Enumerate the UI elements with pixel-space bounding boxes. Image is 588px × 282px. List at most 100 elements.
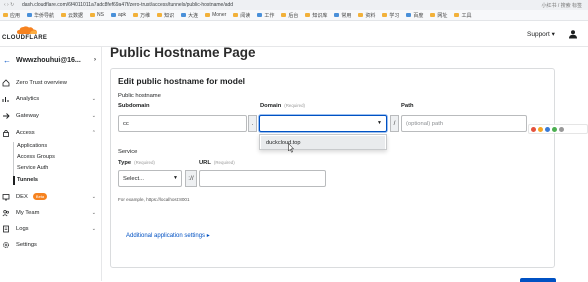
top-header: CLOUDFLARE Support ▾ [0,21,588,47]
mouse-cursor-icon [288,143,294,153]
folder-icon [454,13,460,17]
extension-icon[interactable] [531,126,536,132]
chevron-down-icon: ⌄ [91,193,96,200]
logs-icon [2,225,10,233]
folder-icon [3,13,8,17]
save-button[interactable] [520,278,556,282]
folder-icon [430,13,436,17]
logo-text: CLOUDFLARE [2,35,48,41]
team-icon [2,209,10,217]
browser-url[interactable]: dash.cloudflare.com/6f4011011a7adc8fef69… [22,2,438,8]
domain-label: Domain (Required) [260,103,306,109]
bookmark-item[interactable]: 云数据 [61,12,83,19]
dot-separator: . [248,115,257,132]
path-input[interactable]: (optional) path [401,115,527,132]
chevron-down-icon: ⌄ [91,112,96,119]
browser-right-text: 小红书 / 搜索 标签 [541,2,582,9]
folder-icon [61,13,67,17]
gear-icon [2,241,10,249]
folder-icon [157,13,163,17]
bookmark-item[interactable]: 学习 [382,12,399,19]
bookmark-item[interactable]: 常用 [334,12,351,19]
folder-icon [233,13,239,17]
chevron-down-icon: ⌄ [91,209,96,216]
chevron-down-icon[interactable]: ▼ [173,175,178,181]
sidebar-item-dex[interactable]: DEX Beta ⌄ [2,191,100,202]
bookmark-item[interactable]: NS [90,12,104,18]
account-name: Wwwzhouhui@16... [16,56,81,64]
active-indicator [13,176,15,185]
sidebar-item-gateway[interactable]: Gateway ⌄ [2,110,100,121]
folder-icon [358,13,364,17]
bookmark-item[interactable]: 资料 [358,12,375,19]
folder-icon [382,13,388,17]
bookmark-item[interactable]: 工具 [454,12,471,19]
slash-separator: / [390,115,399,132]
chart-icon [2,95,10,103]
type-label: Type (Required) [118,160,155,166]
extension-icon[interactable] [545,126,550,132]
domain-option[interactable]: duckcloud.top [261,136,385,149]
chevron-down-icon: ⌄ [91,225,96,232]
browser-nav-icons[interactable]: ‹ › ↻ [4,2,22,8]
cloudflare-logo[interactable]: CLOUDFLARE [2,25,50,43]
page-title: Public Hostname Page [110,45,256,60]
domain-dropdown: duckcloud.top [259,134,387,150]
scheme-separator: :// [185,170,197,187]
extension-icon[interactable] [559,126,564,132]
sidebar-item-settings[interactable]: Settings [2,239,100,250]
subdomain-input[interactable]: cc [118,115,247,132]
folder-icon [305,13,311,17]
bookmark-item[interactable]: 华侨导航 [27,12,54,19]
sidebar-item-access[interactable]: Access ⌃ [2,127,100,138]
chevron-right-icon: ▸ [206,233,210,239]
bookmark-item[interactable]: 后台 [281,12,298,19]
beta-badge: Beta [32,193,48,200]
bookmark-item[interactable]: 阅读 [233,12,250,19]
sidebar-sub-access-groups[interactable]: Access Groups [17,154,55,160]
bookmark-item[interactable]: 知识库 [305,12,327,19]
folder-icon [27,13,33,17]
bookmark-item[interactable]: 网址 [430,12,447,19]
domain-select[interactable] [259,115,387,132]
bookmark-item[interactable]: 知识 [157,12,174,19]
folder-icon [281,13,287,17]
user-icon[interactable] [568,29,578,39]
account-switcher[interactable]: ← Wwwzhouhui@16... › [3,54,100,66]
folder-icon [133,13,139,17]
extension-toolbar[interactable] [528,124,588,134]
cloud-icon [17,26,37,34]
arrow-icon [2,112,10,120]
extension-icon[interactable] [552,126,557,132]
bookmark-item[interactable]: 应用 [3,12,20,19]
sidebar-sub-tunnels[interactable]: Tunnels [17,177,38,183]
service-label: Service [118,149,138,155]
bookmark-item[interactable]: 百度 [406,12,423,19]
support-menu[interactable]: Support ▾ [527,30,555,38]
bookmark-item[interactable]: apk [111,12,126,18]
example-hint: For example, https://localhost:8001 [118,197,190,202]
url-input[interactable] [199,170,326,187]
bookmarks-bar: 应用 华侨导航 云数据 NS apk 万维 知识 大连 Moner 阅读 工作 后台 知识库 常用 资料 学习… [0,10,588,21]
extension-icon[interactable] [538,126,543,132]
bookmark-item[interactable]: 工作 [257,12,274,19]
sidebar-item-zero-trust-overview[interactable]: Zero Trust overview [2,77,100,88]
path-label: Path [401,103,414,109]
sidebar-sub-applications[interactable]: Applications [17,143,47,149]
sidebar-item-my-team[interactable]: My Team ⌄ [2,207,100,218]
back-arrow-icon[interactable]: ← [3,56,11,65]
sidebar-sub-service-auth[interactable]: Service Auth [17,165,48,171]
additional-settings-link[interactable]: Additional application settings ▸ [126,232,210,239]
folder-icon [181,13,187,17]
chevron-up-icon: ⌃ [91,129,96,136]
bookmark-item[interactable]: 大连 [181,12,198,19]
panel-title: Edit public hostname for model [118,76,246,86]
home-icon [2,78,10,87]
sidebar-item-analytics[interactable]: Analytics ⌄ [2,93,100,104]
subdomain-label: Subdomain [118,103,150,109]
bookmark-item[interactable]: 万维 [133,12,150,19]
chevron-down-icon[interactable]: ▼ [377,120,382,126]
sidebar-item-logs[interactable]: Logs ⌄ [2,223,100,234]
folder-icon [90,13,96,17]
bookmark-item[interactable]: Moner [205,12,226,18]
